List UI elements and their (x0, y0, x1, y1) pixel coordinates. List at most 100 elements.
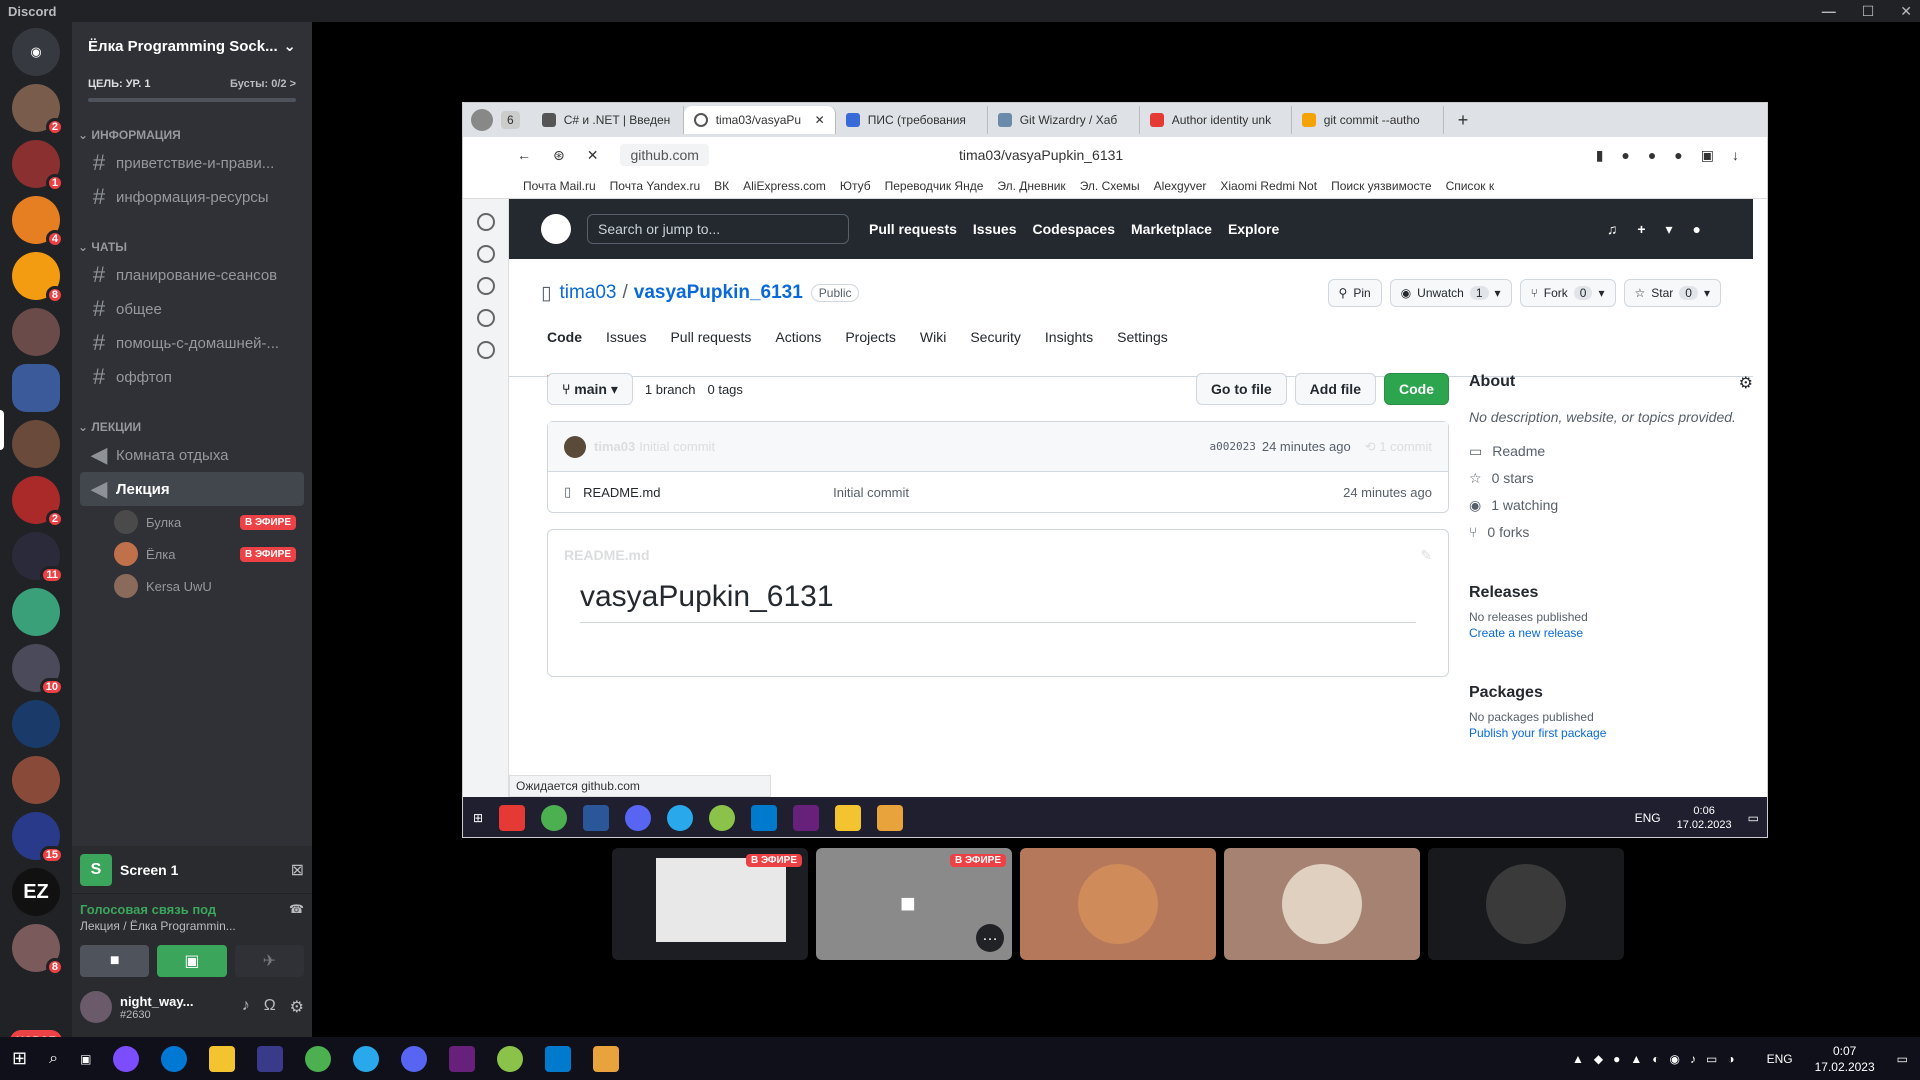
server-icon[interactable]: 1 (12, 140, 64, 192)
bookmark[interactable]: Alexgyver (1154, 179, 1207, 193)
history-icon[interactable] (476, 213, 495, 231)
discord-icon[interactable] (625, 805, 652, 831)
git-kraken-icon[interactable] (593, 1045, 620, 1072)
stop-stream-icon[interactable]: ⊠ (291, 860, 304, 880)
channel-welcome[interactable]: # приветствие-и-прави... (80, 146, 304, 180)
collections-icon[interactable] (476, 245, 495, 263)
server-icon[interactable] (12, 308, 60, 356)
close-tab-icon[interactable]: ✕ (815, 113, 825, 127)
word-icon[interactable] (583, 805, 610, 831)
browser-tab[interactable]: C# и .NET | Введен (532, 106, 684, 134)
voice-user[interactable]: Ёлка В ЭФИРЕ (114, 538, 312, 570)
browser-tab[interactable]: git commit --autho (1292, 106, 1444, 134)
telegram-icon[interactable] (667, 805, 694, 831)
tab-security[interactable]: Security (970, 329, 1021, 377)
extension-icons[interactable]: ▮●●●▣↓ (1596, 147, 1757, 164)
channel-resources[interactable]: # информация-ресурсы (80, 180, 304, 214)
browser-tab[interactable]: Git Wizardry / Хаб (988, 106, 1140, 134)
unwatch-button[interactable]: ◉ Unwatch 1 ▾ (1389, 279, 1512, 307)
branches-link[interactable]: 1 branch (645, 382, 696, 397)
alice-icon[interactable] (113, 1045, 140, 1072)
new-tab-icon[interactable]: + (1458, 110, 1469, 131)
headphones-icon[interactable]: Ω (264, 997, 276, 1017)
avatar[interactable] (564, 435, 586, 458)
vscode-icon[interactable] (545, 1045, 572, 1072)
server-icon[interactable]: 2 (12, 84, 64, 136)
server-icon[interactable] (12, 420, 60, 468)
server-icon[interactable]: 11 (12, 532, 64, 584)
user-tile[interactable] (1428, 848, 1624, 960)
stream-tile[interactable]: В ЭФИРЕ ■ … (816, 848, 1012, 960)
packages-heading[interactable]: Packages (1469, 684, 1753, 702)
bookmark[interactable]: Ютуб (840, 179, 871, 193)
bookmark[interactable]: Список к (1446, 179, 1495, 193)
go-to-file-button[interactable]: Go to file (1195, 373, 1287, 405)
server-icon[interactable] (12, 700, 60, 748)
url-field[interactable]: github.com (620, 144, 709, 166)
activity-button[interactable]: ✈ (234, 945, 304, 977)
shield-icon[interactable]: ⊛ (553, 147, 565, 164)
server-icon-ez[interactable]: EZ (12, 868, 60, 916)
app-icon[interactable] (497, 1045, 524, 1072)
voice-user[interactable]: Булка В ЭФИРЕ (114, 506, 312, 538)
tab-issues[interactable]: Issues (606, 329, 646, 377)
back-icon[interactable]: ← (517, 147, 531, 163)
channel-homework[interactable]: # помощь-с-домашней-... (80, 326, 304, 360)
server-icon[interactable]: 8 (12, 924, 64, 976)
chrome-icon[interactable] (541, 805, 568, 831)
telegram-icon[interactable] (353, 1045, 380, 1072)
fork-button[interactable]: ⑂ Fork 0 ▾ (1519, 279, 1616, 307)
server-icon[interactable]: 10 (12, 644, 64, 696)
bookmark[interactable]: Почта Mail.ru (523, 179, 596, 193)
server-icon[interactable]: 2 (12, 476, 64, 528)
stop-icon[interactable]: ✕ (587, 147, 599, 164)
close-icon[interactable]: ✕ (1900, 3, 1912, 20)
bookmark[interactable]: Поиск уязвимосте (1331, 179, 1432, 193)
avatar[interactable] (80, 991, 112, 1023)
store-icon[interactable] (257, 1045, 284, 1072)
discord-icon[interactable] (401, 1045, 428, 1072)
channel-planning[interactable]: # планирование-сеансов (80, 258, 304, 292)
disconnect-icon[interactable]: ☎ (289, 902, 304, 917)
file-row[interactable]: ▯ README.md Initial commit 24 minutes ag… (548, 472, 1448, 512)
pencil-icon[interactable]: ✎ (1420, 547, 1432, 564)
add-file-button[interactable]: Add file (1294, 373, 1376, 405)
explorer-icon[interactable] (209, 1045, 236, 1072)
search-input[interactable]: Search or jump to... (587, 214, 849, 244)
server-header[interactable]: Ёлка Programming Sock... ⌄ (72, 22, 312, 70)
tab-pull-requests[interactable]: Pull requests (670, 329, 751, 377)
tab-code[interactable]: Code (547, 329, 582, 377)
category-lectures[interactable]: ⌄ ЛЕКЦИИ (72, 394, 312, 438)
camera-icon[interactable] (476, 341, 495, 359)
notification-icon[interactable]: ▭ (1897, 1052, 1908, 1066)
task-view-icon[interactable]: ▣ (80, 1052, 91, 1066)
tags-link[interactable]: 0 tags (708, 382, 743, 397)
git-kraken-icon[interactable] (877, 805, 904, 831)
voice-channel-lecture[interactable]: ◀ Лекция (80, 472, 304, 506)
user-tile[interactable] (1020, 848, 1216, 960)
camera-button[interactable]: ■ (80, 945, 150, 977)
bookmark[interactable]: Xiaomi Redmi Not (1220, 179, 1317, 193)
gear-icon[interactable]: ⚙ (1739, 373, 1753, 393)
server-icon[interactable]: 4 (12, 196, 64, 248)
user-tile[interactable] (1224, 848, 1420, 960)
vscode-icon[interactable] (751, 805, 778, 831)
windows-start-icon[interactable]: ⊞ (12, 1048, 27, 1069)
tab-actions[interactable]: Actions (775, 329, 821, 377)
nav-marketplace[interactable]: Marketplace (1131, 221, 1212, 237)
play-icon[interactable] (476, 277, 495, 295)
bookmark[interactable]: Эл. Схемы (1080, 179, 1140, 193)
server-icon-active[interactable] (12, 364, 60, 412)
pin-button[interactable]: ⚲ Pin (1327, 279, 1382, 307)
voice-channel-lounge[interactable]: ◀ Комната отдыха (80, 438, 304, 472)
profile-icon[interactable] (471, 109, 493, 131)
nav-issues[interactable]: Issues (973, 221, 1017, 237)
language-indicator[interactable]: ENG (1767, 1052, 1793, 1066)
tray-icons[interactable]: ▲◆●▲◐◉♪▭◑ (1572, 1052, 1745, 1066)
more-icon[interactable]: … (976, 924, 1004, 952)
boost-goal[interactable]: ЦЕЛЬ: УР. 1 Бусты: 0/2 > (72, 70, 312, 90)
channel-general[interactable]: # общее (80, 292, 304, 326)
bookmark[interactable]: Переводчик Янде (885, 179, 984, 193)
server-icon[interactable] (12, 588, 60, 636)
gear-icon[interactable]: ⚙ (290, 997, 304, 1017)
